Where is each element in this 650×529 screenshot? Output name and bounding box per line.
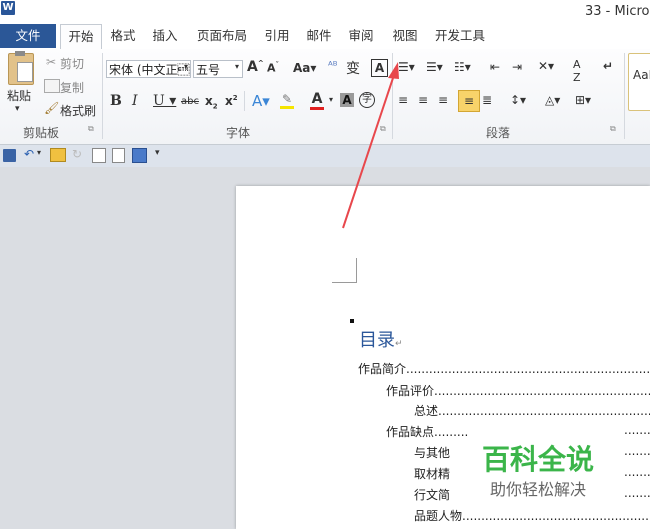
arrow-shaft [342,71,396,229]
annotation-arrow [342,62,399,229]
arrow-head [388,62,399,79]
